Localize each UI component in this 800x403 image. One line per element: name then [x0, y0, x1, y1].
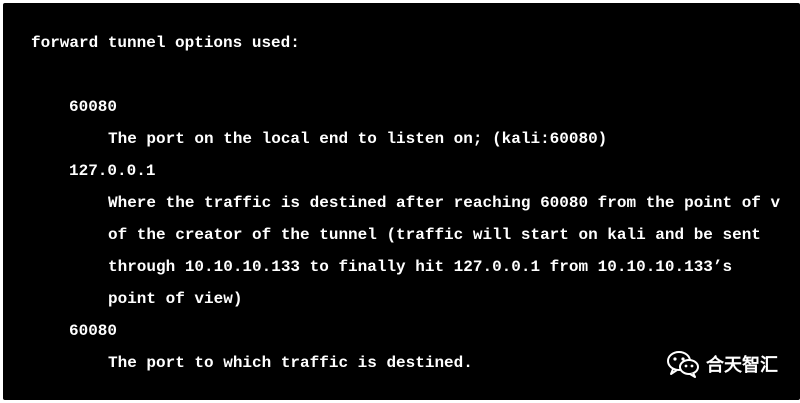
wechat-icon: [666, 350, 700, 378]
option-description: The port on the local end to listen on; …: [108, 130, 608, 148]
option-description: Where the traffic is destined after reac…: [108, 194, 781, 212]
option-description: through 10.10.10.133 to finally hit 127.…: [108, 258, 733, 276]
terminal-output: forward tunnel options used: 60080 The p…: [3, 3, 800, 400]
option-description: point of view): [108, 290, 243, 308]
option-description: The port to which traffic is destined.: [108, 354, 473, 372]
option-description: of the creator of the tunnel (traffic wi…: [108, 226, 761, 244]
watermark: 合天智汇: [666, 350, 778, 378]
option-value: 60080: [69, 322, 118, 340]
option-value: 127.0.0.1: [69, 162, 156, 180]
option-value: 60080: [69, 98, 118, 116]
watermark-label: 合天智汇: [706, 355, 778, 376]
options-heading: forward tunnel options used:: [31, 34, 300, 52]
